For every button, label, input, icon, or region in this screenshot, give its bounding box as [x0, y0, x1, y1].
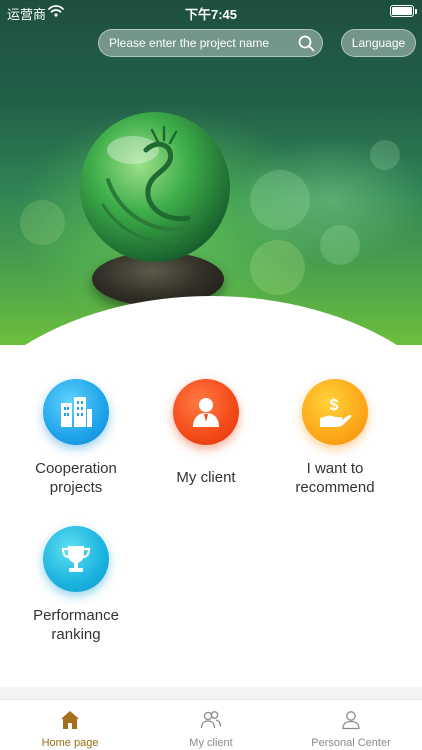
section-divider — [0, 687, 422, 699]
hero-bottom-curve — [0, 296, 422, 345]
search-input[interactable] — [109, 30, 294, 56]
feature-icon-circle — [43, 379, 109, 445]
feature-icon-circle — [173, 379, 239, 445]
feature-label-line2: recommend — [295, 479, 375, 496]
performance-ranking-button[interactable]: Performance ranking — [11, 526, 141, 646]
feature-icon-circle: $ — [302, 379, 368, 445]
bokeh-light — [250, 170, 310, 230]
building-icon — [61, 397, 92, 427]
svg-text:$: $ — [330, 397, 339, 414]
tab-my-client-label: My client — [189, 737, 233, 749]
tab-home[interactable]: Home page — [0, 700, 140, 750]
cooperation-projects-button[interactable]: Cooperation projects — [11, 379, 141, 499]
feature-label-line1: I want to — [306, 460, 364, 477]
hand-money-icon: $ — [320, 397, 352, 427]
bokeh-light — [320, 225, 360, 265]
search-icon[interactable] — [298, 35, 315, 52]
user-icon — [342, 711, 360, 730]
person-icon — [193, 398, 219, 427]
search-box[interactable] — [98, 29, 323, 57]
tab-my-client[interactable]: My client — [141, 700, 281, 750]
status-bar: 运营商 下午7:45 — [0, 0, 422, 24]
tab-personal-center[interactable]: Personal Center — [281, 700, 421, 750]
language-button[interactable]: Language — [341, 29, 416, 57]
bokeh-light — [250, 240, 305, 295]
feature-label-line1: My client — [176, 469, 236, 486]
recommend-button[interactable]: $ I want to recommend — [270, 379, 400, 499]
feature-label-line1: Performance — [33, 607, 119, 624]
battery-icon — [390, 5, 417, 17]
trophy-icon — [61, 546, 91, 572]
feature-icon-circle — [43, 526, 109, 592]
users-icon — [200, 711, 222, 729]
status-time: 下午7:45 — [184, 7, 238, 22]
home-icon — [61, 711, 79, 729]
feature-label-line2: ranking — [51, 626, 101, 643]
bokeh-light — [20, 200, 65, 245]
feature-label-line1: Cooperation — [35, 460, 117, 477]
feature-label-line2: projects — [49, 479, 103, 496]
bokeh-light — [370, 140, 400, 170]
my-client-button[interactable]: My client — [141, 379, 271, 499]
tab-personal-center-label: Personal Center — [311, 737, 391, 749]
jade-peacock-orb-image — [80, 112, 230, 262]
tab-bar: Home page My client Personal Center — [0, 699, 422, 750]
tab-home-label: Home page — [41, 737, 99, 749]
